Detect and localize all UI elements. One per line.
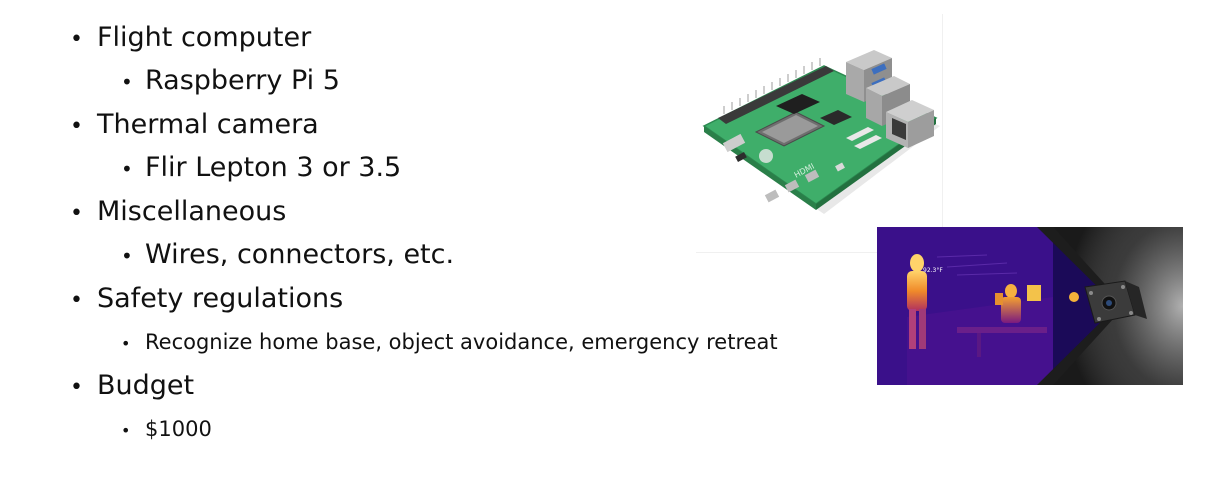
sub-bullet-item: • Raspberry Pi 5 — [70, 59, 778, 103]
bullet-label: Budget — [97, 370, 195, 401]
sub-bullet-dot: • — [121, 334, 131, 353]
bullet-dot: • — [70, 27, 83, 52]
sub-bullet-label: Recognize home base, object avoidance, e… — [145, 330, 778, 354]
bullet-dot: • — [70, 288, 83, 313]
bullet-dot: • — [70, 201, 83, 226]
sub-bullet-item: • Wires, connectors, etc. — [70, 233, 778, 277]
sub-bullet-item: • Recognize home base, object avoidance,… — [70, 320, 778, 364]
sub-bullet-label: $1000 — [145, 417, 212, 441]
thermal-camera-image: 92.3°F — [877, 227, 1183, 385]
bullet-item-flight-computer: • Flight computer • Raspberry Pi 5 — [70, 16, 778, 103]
bullet-label: Miscellaneous — [97, 196, 287, 227]
bullet-item-safety-regulations: • Safety regulations • Recognize home ba… — [70, 277, 778, 364]
bullet-item-thermal-camera: • Thermal camera • Flir Lepton 3 or 3.5 — [70, 103, 778, 190]
sub-bullet-dot: • — [121, 244, 133, 268]
thermal-scene-drawing: 92.3°F — [877, 227, 1183, 385]
bullet-label: Flight computer — [97, 22, 312, 53]
bullet-dot: • — [70, 375, 83, 400]
bullet-list: • Flight computer • Raspberry Pi 5 • The… — [70, 16, 778, 451]
raspberry-pi-board-drawing: HDMI — [702, 50, 940, 214]
sub-bullet-label: Flir Lepton 3 or 3.5 — [145, 152, 402, 183]
bullet-label: Thermal camera — [97, 109, 319, 140]
bullet-label: Safety regulations — [97, 283, 344, 314]
bullet-item-budget: • Budget • $1000 — [70, 364, 778, 451]
sub-bullet-label: Raspberry Pi 5 — [145, 65, 340, 96]
raspberry-pi-image: HDMI — [696, 14, 943, 253]
temperature-readout: 92.3°F — [923, 267, 943, 274]
sub-bullet-item: • $1000 — [70, 407, 778, 451]
sub-bullet-dot: • — [121, 70, 133, 94]
sub-bullet-dot: • — [121, 421, 131, 440]
sub-bullet-item: • Flir Lepton 3 or 3.5 — [70, 146, 778, 190]
sub-bullet-label: Wires, connectors, etc. — [145, 239, 455, 270]
slide: • Flight computer • Raspberry Pi 5 • The… — [0, 0, 1217, 496]
sub-bullet-dot: • — [121, 157, 133, 181]
bullet-dot: • — [70, 114, 83, 139]
bullet-item-miscellaneous: • Miscellaneous • Wires, connectors, etc… — [70, 190, 778, 277]
